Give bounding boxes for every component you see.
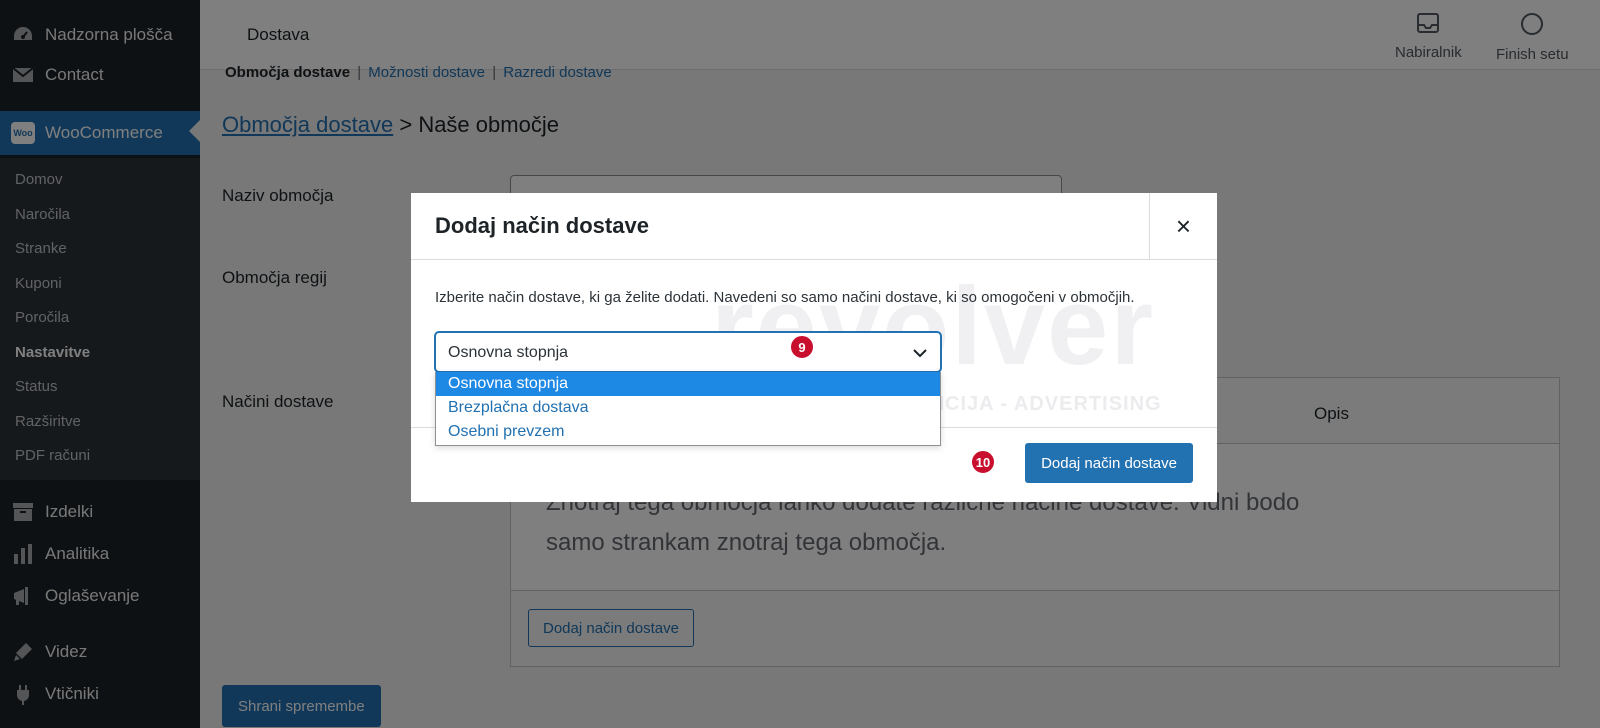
step-badge: 9 [789, 334, 815, 360]
shipping-method-dropdown: Osnovna stopnja Brezplačna dostava Osebn… [435, 372, 941, 446]
dropdown-option-osebni-prevzem[interactable]: Osebni prevzem [436, 420, 940, 444]
step-badge: 10 [970, 449, 996, 475]
modal-header: Dodaj način dostave × [411, 193, 1217, 260]
dropdown-option-brezplacna-dostava[interactable]: Brezplačna dostava [436, 396, 940, 420]
modal-title: Dodaj način dostave [435, 213, 649, 238]
select-value: Osnovna stopnja [448, 344, 569, 361]
dropdown-option-osnovna-stopnja[interactable]: Osnovna stopnja [436, 372, 940, 396]
chevron-down-icon [912, 345, 928, 366]
add-shipping-method-submit-button[interactable]: Dodaj način dostave [1025, 443, 1193, 483]
close-icon[interactable]: × [1149, 193, 1217, 260]
modal-description: Izberite način dostave, ki ga želite dod… [435, 289, 1135, 306]
shipping-method-select[interactable]: Osnovna stopnja [435, 332, 941, 372]
add-shipping-method-modal: Dodaj način dostave × revolver OGLAŠEVAL… [411, 193, 1217, 502]
